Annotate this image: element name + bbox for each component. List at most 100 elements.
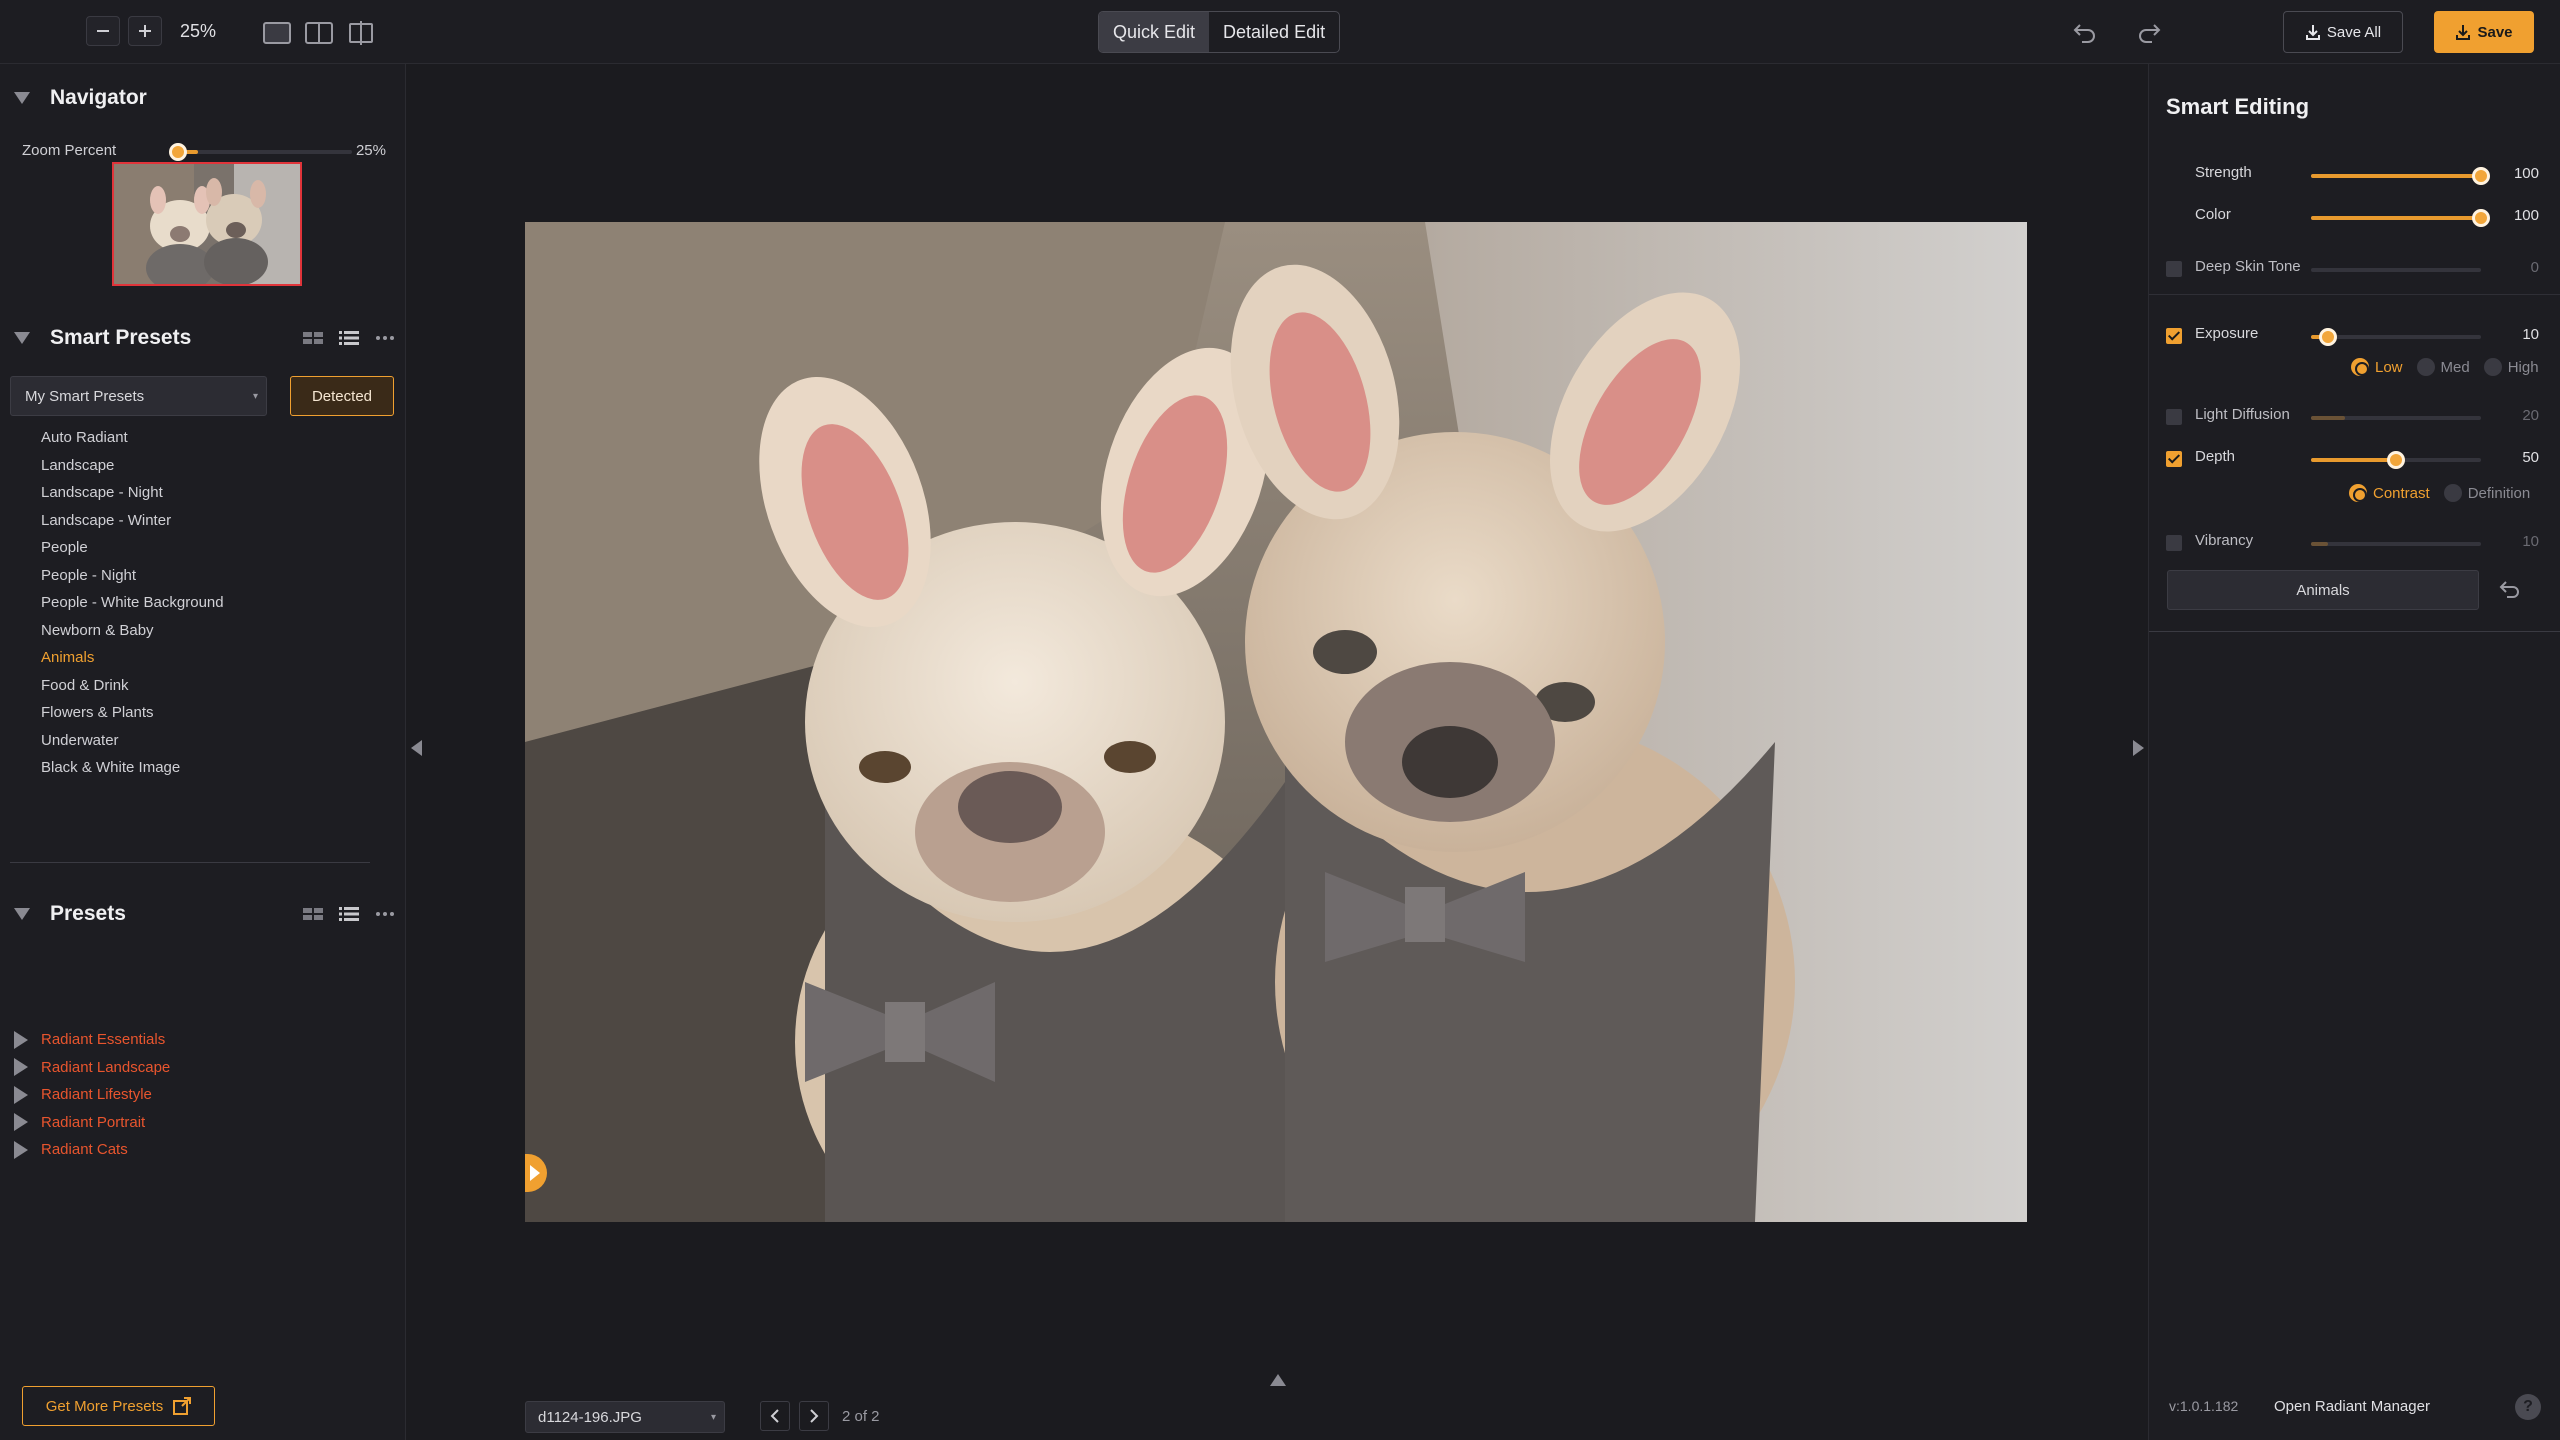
list-view-button[interactable] — [338, 904, 360, 924]
zoom-slider-thumb[interactable] — [169, 143, 187, 161]
undo-button[interactable] — [2068, 16, 2102, 48]
slider-value: 20 — [2522, 407, 2539, 424]
enable-checkbox[interactable] — [2166, 535, 2182, 551]
compare-view-button[interactable] — [346, 20, 376, 46]
radio-label: Med — [2440, 358, 2470, 376]
collapse-right-panel-icon[interactable] — [2133, 740, 2144, 756]
smart-preset-item[interactable]: People - White Background — [41, 589, 224, 617]
radio-option[interactable]: Definition — [2443, 484, 2530, 502]
get-more-presets-button[interactable]: Get More Presets — [22, 1386, 215, 1426]
open-radiant-manager-link[interactable]: Open Radiant Manager — [2274, 1398, 2430, 1415]
radio-dot-icon — [2351, 358, 2369, 376]
save-all-button[interactable]: Save All — [2283, 11, 2403, 53]
single-view-button[interactable] — [262, 20, 292, 46]
grid-view-button[interactable] — [302, 904, 324, 924]
split-view-button[interactable] — [304, 20, 334, 46]
zoom-out-button[interactable] — [86, 16, 120, 46]
more-options-button[interactable] — [374, 904, 396, 924]
smart-preset-item[interactable]: Newborn & Baby — [41, 617, 224, 645]
download-icon — [2305, 25, 2320, 40]
section-divider — [2149, 294, 2560, 295]
slider-thumb[interactable] — [2472, 167, 2490, 185]
expand-triangle-icon — [14, 1113, 28, 1132]
page-count-label: 2 of 2 — [842, 1407, 880, 1425]
preset-group-item[interactable]: Radiant Essentials — [14, 1026, 170, 1054]
reset-button[interactable] — [2498, 578, 2522, 602]
enable-checkbox[interactable] — [2166, 261, 2182, 277]
radio-option[interactable]: Low — [2351, 358, 2403, 376]
navigator-thumbnail[interactable] — [112, 162, 302, 286]
preset-group-item[interactable]: Radiant Lifestyle — [14, 1081, 170, 1109]
save-button[interactable]: Save — [2434, 11, 2534, 53]
navigator-header[interactable]: Navigator — [0, 86, 406, 110]
main-photo[interactable] — [525, 222, 2027, 1222]
more-options-button[interactable] — [374, 328, 396, 348]
smart-preset-item[interactable]: Food & Drink — [41, 672, 224, 700]
navigator-title: Navigator — [50, 86, 147, 109]
quick-edit-button[interactable]: Quick Edit — [1099, 12, 1210, 52]
help-button[interactable]: ? — [2515, 1394, 2541, 1420]
zoom-percent-value: 25% — [355, 142, 386, 159]
adjustment-slider[interactable] — [2311, 451, 2481, 469]
adjustment-slider[interactable] — [2311, 167, 2490, 185]
preset-group-item[interactable]: Radiant Cats — [14, 1136, 170, 1164]
smart-preset-item[interactable]: Landscape - Winter — [41, 507, 224, 535]
redo-button[interactable] — [2132, 16, 2166, 48]
slider-thumb[interactable] — [2387, 451, 2405, 469]
compare-view-icon — [349, 21, 373, 45]
zoom-controls: 25% — [86, 16, 216, 46]
collapse-left-panel-icon[interactable] — [411, 740, 422, 756]
slider-thumb[interactable] — [2319, 328, 2337, 346]
adjustment-slider[interactable] — [2311, 209, 2490, 227]
detected-button[interactable]: Detected — [290, 376, 394, 416]
smart-preset-item[interactable]: Black & White Image — [41, 754, 224, 782]
file-dropdown[interactable]: d1124-196.JPG ▾ — [525, 1401, 725, 1433]
enable-checkbox[interactable] — [2166, 409, 2182, 425]
left-panel: Navigator Zoom Percent 25% Smart Presets… — [0, 64, 406, 1440]
image-pager: 2 of 2 — [760, 1401, 880, 1431]
smart-preset-item[interactable]: Flowers & Plants — [41, 699, 224, 727]
radio-dot-icon — [2349, 484, 2367, 502]
adjustment-slider[interactable] — [2311, 542, 2481, 546]
smart-preset-item[interactable]: Animals — [41, 644, 224, 672]
exposure-level-options: Low Med High — [2351, 358, 2539, 376]
slider-thumb[interactable] — [2472, 209, 2490, 227]
radio-option[interactable]: High — [2483, 358, 2539, 376]
smart-presets-header[interactable]: Smart Presets — [0, 326, 406, 350]
detailed-edit-button[interactable]: Detailed Edit — [1209, 12, 1339, 52]
smart-preset-item[interactable]: Auto Radiant — [41, 424, 224, 452]
grid-view-button[interactable] — [302, 328, 324, 348]
adjustment-slider[interactable] — [2311, 328, 2481, 346]
adjustment-slider[interactable] — [2311, 416, 2481, 420]
smart-preset-item[interactable]: People — [41, 534, 224, 562]
smart-preset-item[interactable]: People - Night — [41, 562, 224, 590]
presets-header[interactable]: Presets — [0, 902, 406, 926]
slider-value: 0 — [2530, 259, 2539, 276]
enable-checkbox[interactable] — [2166, 451, 2182, 467]
preset-group-item[interactable]: Radiant Landscape — [14, 1054, 170, 1082]
slider-label: Vibrancy — [2195, 532, 2254, 549]
presets-tools — [302, 904, 396, 924]
list-view-button[interactable] — [338, 328, 360, 348]
enable-checkbox[interactable] — [2166, 328, 2182, 344]
adjustment-slider[interactable] — [2311, 268, 2481, 272]
dropdown-value: My Smart Presets — [25, 387, 145, 405]
smart-preset-button[interactable]: Animals — [2167, 570, 2479, 610]
zoom-in-button[interactable] — [128, 16, 162, 46]
slider-label: Deep Skin Tone — [2195, 258, 2301, 275]
grid-view-icon — [303, 332, 323, 344]
previous-image-button[interactable] — [760, 1401, 790, 1431]
zoom-percent-slider[interactable] — [169, 143, 352, 161]
smart-presets-dropdown[interactable]: My Smart Presets ▾ — [10, 376, 267, 416]
smart-preset-item[interactable]: Underwater — [41, 727, 224, 755]
preset-group-item[interactable]: Radiant Portrait — [14, 1109, 170, 1137]
zoom-percent-label: Zoom Percent — [22, 142, 117, 159]
smart-preset-item[interactable]: Landscape - Night — [41, 479, 224, 507]
preset-group-label: Radiant Lifestyle — [41, 1086, 152, 1104]
radio-option[interactable]: Med — [2416, 358, 2470, 376]
next-image-button[interactable] — [799, 1401, 829, 1431]
slider-row: Deep Skin Tone 0 — [2149, 254, 2560, 284]
radio-option[interactable]: Contrast — [2349, 484, 2430, 502]
expand-filmstrip-icon[interactable] — [1270, 1374, 1286, 1386]
smart-preset-item[interactable]: Landscape — [41, 452, 224, 480]
